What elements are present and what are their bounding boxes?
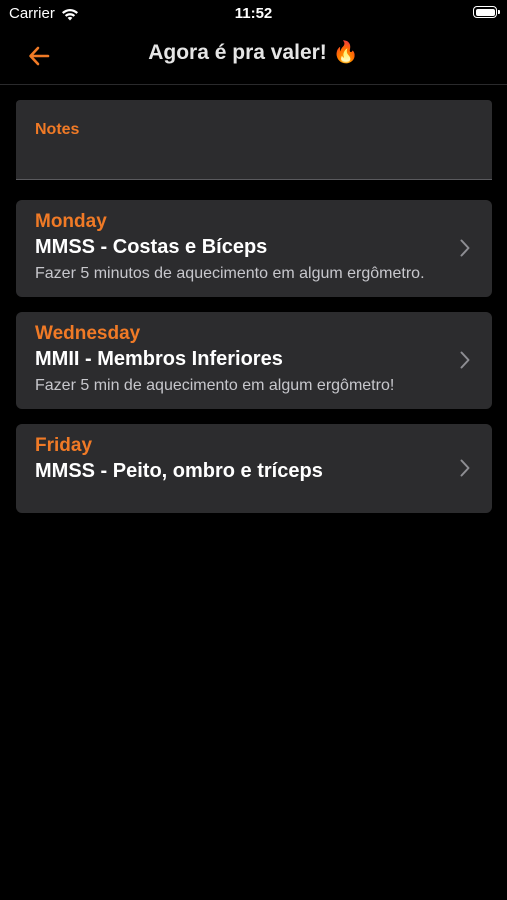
workout-description: Fazer 5 min de aquecimento em algum ergô… [35, 377, 395, 394]
workout-title: MMSS - Costas e Bíceps [35, 236, 268, 258]
workout-day-label: Friday [35, 435, 93, 456]
chevron-right-icon [460, 351, 470, 369]
workout-title: MMII - Membros Inferiores [35, 348, 283, 370]
workout-day-label: Wednesday [35, 323, 141, 344]
status-time: 11:52 [234, 5, 273, 22]
notes-label: Notes [35, 121, 80, 138]
battery-icon [473, 6, 500, 18]
notes-field[interactable]: Notes [16, 100, 492, 180]
workout-day-label: Monday [35, 211, 107, 232]
page-title: Agora é pra valer! 🔥 [148, 41, 359, 64]
workout-description: Fazer 5 minutos de aquecimento em algum … [35, 265, 425, 282]
chevron-right-icon [460, 239, 470, 257]
workout-card-monday[interactable]: Monday MMSS - Costas e Bíceps Fazer 5 mi… [16, 200, 492, 297]
status-bar: Carrier 11:52 [0, 0, 507, 28]
navigation-bar: Agora é pra valer! 🔥 [0, 28, 507, 85]
workout-card-friday[interactable]: Friday MMSS - Peito, ombro e tríceps [16, 424, 492, 513]
workout-title: MMSS - Peito, ombro e tríceps [35, 460, 323, 482]
chevron-right-icon [460, 459, 470, 477]
workout-card-wednesday[interactable]: Wednesday MMII - Membros Inferiores Faze… [16, 312, 492, 409]
